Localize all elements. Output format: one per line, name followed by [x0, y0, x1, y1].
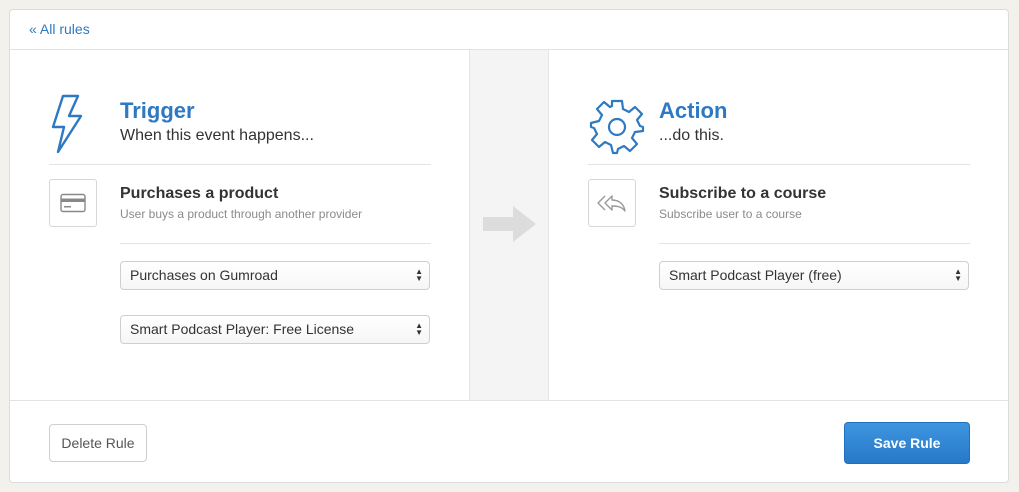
action-item-description: Subscribe user to a course: [659, 207, 802, 221]
arrow-right-icon: [483, 205, 537, 248]
action-item: Subscribe to a course Subscribe user to …: [588, 175, 970, 244]
delete-rule-button[interactable]: Delete Rule: [49, 424, 147, 462]
action-course-select[interactable]: Smart Podcast Player (free) ▲ ▼: [659, 261, 969, 290]
save-rule-button[interactable]: Save Rule: [844, 422, 970, 464]
connector-column: [469, 50, 549, 400]
rule-editor-card: « All rules Trigger When this event happ…: [9, 9, 1009, 483]
trigger-subtitle: When this event happens...: [120, 127, 314, 144]
trigger-product-select-value: Smart Podcast Player: Free License: [130, 321, 355, 337]
trigger-header: Trigger When this event happens...: [49, 94, 431, 165]
action-panel: Action ...do this. Subscribe to a course…: [549, 50, 1009, 400]
lightning-icon: [49, 94, 85, 159]
footer-bar: Delete Rule Save Rule: [10, 401, 1008, 483]
trigger-item-title: Purchases a product: [120, 185, 279, 202]
action-course-select-value: Smart Podcast Player (free): [669, 267, 842, 283]
select-caret-icon: ▲ ▼: [415, 321, 423, 337]
reply-all-icon: [588, 179, 636, 227]
action-item-divider: [659, 243, 970, 244]
action-title: Action: [659, 98, 728, 123]
credit-card-icon: [49, 179, 97, 227]
trigger-provider-select-value: Purchases on Gumroad: [130, 267, 278, 283]
select-caret-icon: ▲ ▼: [954, 267, 962, 283]
trigger-panel: Trigger When this event happens... Purch…: [10, 50, 469, 400]
action-item-title: Subscribe to a course: [659, 185, 827, 202]
trigger-item: Purchases a product User buys a product …: [49, 175, 431, 244]
rule-panels: Trigger When this event happens... Purch…: [10, 50, 1008, 401]
action-header: Action ...do this.: [588, 94, 970, 165]
trigger-title: Trigger: [120, 98, 195, 123]
trigger-product-select[interactable]: Smart Podcast Player: Free License ▲ ▼: [120, 315, 430, 344]
trigger-provider-select[interactable]: Purchases on Gumroad ▲ ▼: [120, 261, 430, 290]
trigger-item-divider: [120, 243, 431, 244]
top-bar: « All rules: [10, 10, 1008, 50]
all-rules-link[interactable]: « All rules: [29, 21, 90, 37]
trigger-item-description: User buys a product through another prov…: [120, 207, 363, 221]
select-caret-icon: ▲ ▼: [415, 267, 423, 283]
gear-icon: [588, 98, 646, 161]
action-subtitle: ...do this.: [659, 127, 724, 144]
